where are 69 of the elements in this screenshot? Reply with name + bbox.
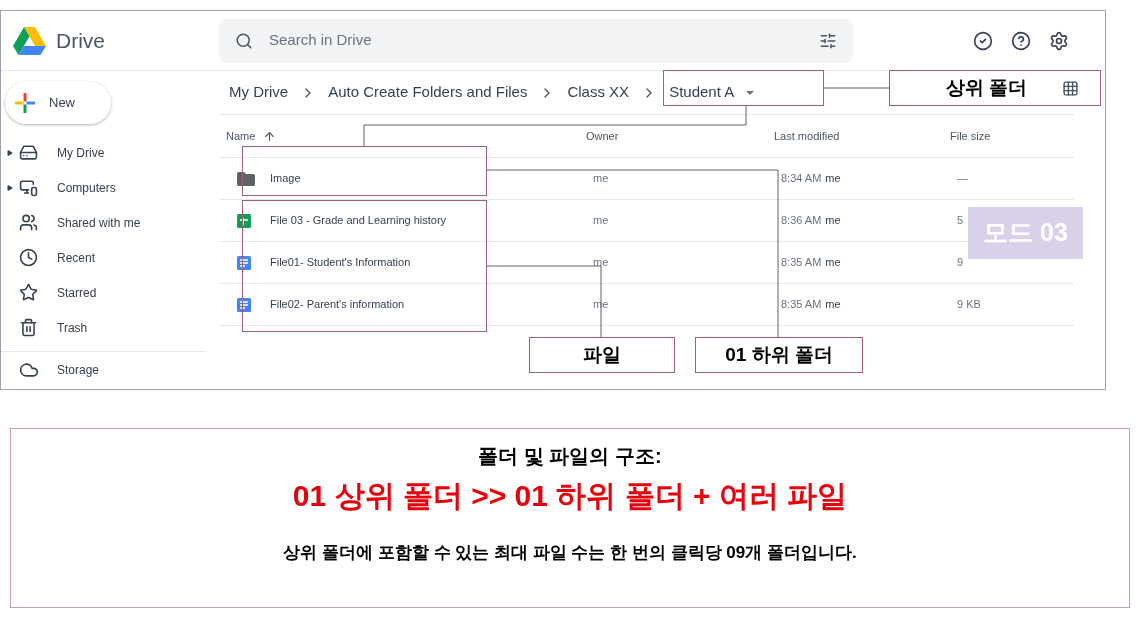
size-cell-text: 5 bbox=[957, 213, 964, 229]
search-icon bbox=[235, 31, 253, 50]
folder-icon bbox=[237, 171, 255, 186]
document-icon bbox=[237, 297, 251, 312]
column-header: Owner bbox=[586, 128, 620, 144]
spreadsheet-icon bbox=[237, 213, 251, 228]
file-name: File 03 - Grade and Learning history bbox=[270, 213, 447, 229]
size-cell-text: 9 KB bbox=[957, 297, 981, 313]
breadcrumb-link[interactable]: My Drive bbox=[229, 81, 289, 104]
sidebar-item[interactable]: Shared with me bbox=[57, 213, 141, 232]
modified-time: 8:35 AM bbox=[781, 255, 822, 271]
storage-label[interactable]: Storage bbox=[57, 361, 100, 379]
breadcrumb-link[interactable]: Class XX bbox=[567, 81, 630, 104]
settings-icon[interactable] bbox=[1049, 30, 1069, 51]
size-cell-text: 9 bbox=[957, 255, 964, 271]
sidebar-item[interactable]: Starred bbox=[57, 283, 97, 302]
file-name: File02- Parent's information bbox=[270, 297, 405, 313]
sidebar-item[interactable]: My Drive bbox=[57, 143, 105, 162]
app-name: Drive bbox=[56, 27, 105, 54]
trash-icon bbox=[19, 318, 38, 337]
sidebar-item[interactable]: Computers bbox=[57, 178, 116, 197]
owner-cell-text: me bbox=[593, 297, 610, 313]
filter-icon[interactable] bbox=[819, 31, 837, 50]
leader-line bbox=[822, 87, 890, 89]
owner-cell-text: me bbox=[593, 171, 610, 187]
size-cell-text: — bbox=[957, 171, 968, 187]
breadcrumb-link[interactable]: Student A bbox=[669, 81, 735, 104]
file-name: File01- Student's Information bbox=[270, 255, 411, 271]
people-icon bbox=[19, 213, 38, 232]
document-icon bbox=[237, 255, 251, 270]
sort-arrow-icon[interactable] bbox=[263, 129, 277, 143]
sidebar-item[interactable]: Trash bbox=[57, 318, 88, 337]
clock-icon bbox=[19, 248, 38, 267]
column-header: Last modified bbox=[774, 128, 841, 144]
computer-icon bbox=[19, 178, 38, 197]
caption-note: 상위 폴더에 포함할 수 있는 최대 파일 수는 한 번의 클릭당 09개 폴더입니다. bbox=[283, 542, 857, 564]
check-circle-icon[interactable] bbox=[973, 30, 993, 51]
plus-icon bbox=[15, 93, 35, 113]
caret-icon[interactable] bbox=[746, 90, 755, 95]
breadcrumb-link[interactable]: Auto Create Folders and Files bbox=[328, 81, 528, 104]
new-button[interactable]: New bbox=[5, 82, 111, 124]
structure-text: 01 상위 폴더 >> 01 하위 폴더 + 여러 파일 bbox=[292, 478, 848, 514]
caption-heading: 폴더 및 파일의 구조: bbox=[478, 444, 662, 469]
search-input[interactable]: Search in Drive bbox=[269, 29, 803, 52]
column-header[interactable]: Name bbox=[226, 127, 256, 145]
star-icon bbox=[19, 283, 38, 302]
drive-icon bbox=[19, 143, 38, 162]
callout-label: 상위 폴더 bbox=[889, 70, 1101, 106]
modified-by: me bbox=[825, 255, 841, 271]
file-name: Image bbox=[270, 171, 301, 187]
expand-icon[interactable] bbox=[7, 149, 13, 156]
expand-icon[interactable] bbox=[7, 184, 13, 191]
modified-by: me bbox=[825, 297, 841, 313]
grid-view-icon[interactable] bbox=[1062, 80, 1079, 97]
drive-logo-icon bbox=[13, 26, 46, 55]
owner-cell-text: me bbox=[593, 255, 610, 271]
sidebar-item[interactable]: Recent bbox=[57, 248, 96, 267]
search-field[interactable]: Search in Drive bbox=[219, 18, 853, 63]
modified-by: me bbox=[825, 213, 841, 229]
help-icon[interactable] bbox=[1011, 30, 1031, 51]
callout-label: 01 하위 폴더 bbox=[695, 337, 863, 373]
callout-label: 파일 bbox=[529, 337, 675, 373]
modified-time: 8:35 AM bbox=[781, 297, 822, 313]
owner-cell-text: me bbox=[593, 213, 610, 229]
modified-time: 8:34 AM bbox=[781, 171, 822, 187]
cloud-icon bbox=[19, 360, 39, 380]
modified-time: 8:36 AM bbox=[781, 213, 822, 229]
modified-by: me bbox=[825, 171, 841, 187]
column-header: File size bbox=[950, 128, 991, 144]
